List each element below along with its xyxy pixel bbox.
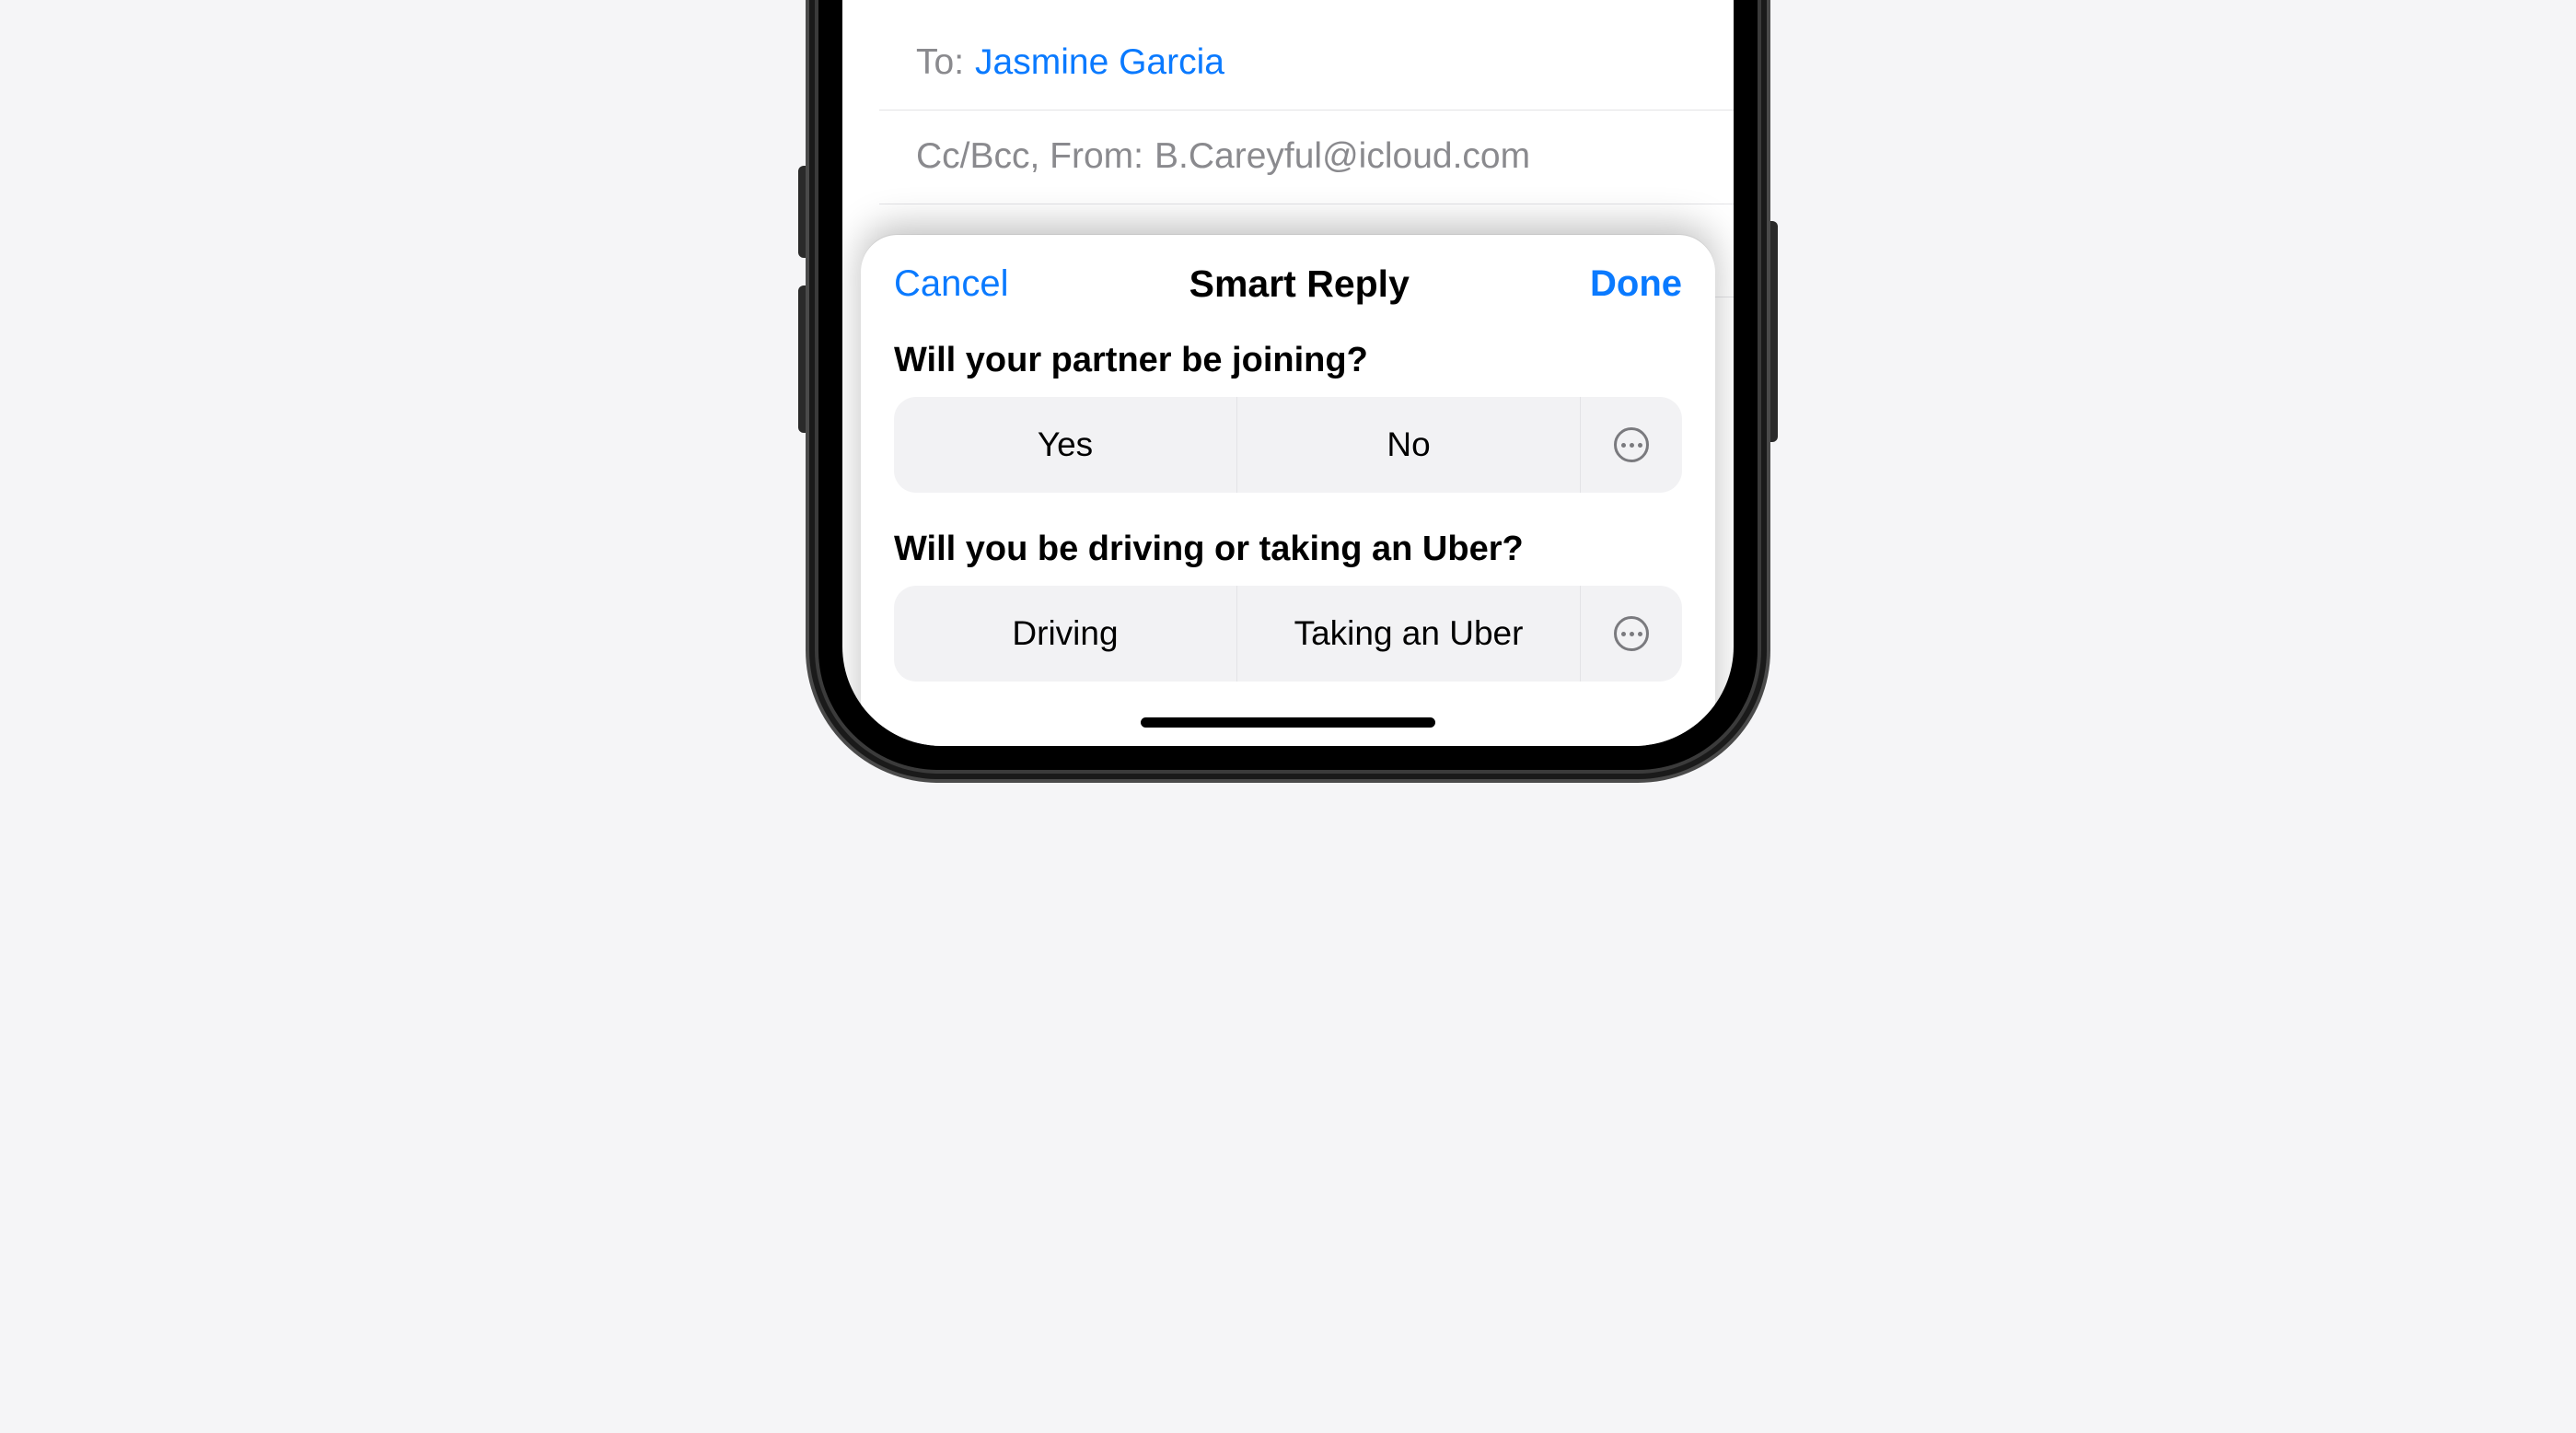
options-transport: Driving Taking an Uber [894, 586, 1682, 682]
question-transport: Will you be driving or taking an Uber? [894, 530, 1682, 569]
mail-compose-screen: To: Jasmine Garcia Cc/Bcc, From: B.Carey… [842, 0, 1734, 746]
option-no[interactable]: No [1237, 397, 1581, 493]
option-more-transport[interactable] [1581, 586, 1682, 682]
question-partner: Will your partner be joining? [894, 341, 1682, 380]
phone-frame: To: Jasmine Garcia Cc/Bcc, From: B.Carey… [818, 0, 1758, 770]
from-address: B.Careyful@icloud.com [1155, 134, 1530, 180]
option-more-partner[interactable] [1581, 397, 1682, 493]
to-recipient[interactable]: Jasmine Garcia [975, 41, 1224, 86]
option-yes[interactable]: Yes [894, 397, 1237, 493]
sheet-header: Cancel Smart Reply Done [894, 262, 1682, 306]
ccbcc-from-row[interactable]: Cc/Bcc, From: B.Careyful@icloud.com [879, 111, 1734, 204]
smart-reply-sheet: Cancel Smart Reply Done Will your partne… [861, 235, 1715, 746]
home-indicator[interactable] [1141, 717, 1435, 728]
phone-screen: To: Jasmine Garcia Cc/Bcc, From: B.Carey… [842, 0, 1734, 746]
volume-down-button [798, 285, 807, 433]
power-button [1769, 221, 1778, 442]
to-field-row[interactable]: To: Jasmine Garcia [879, 17, 1734, 111]
sheet-title: Smart Reply [1189, 262, 1410, 306]
ellipsis-icon [1614, 616, 1649, 651]
to-label: To: [916, 41, 964, 86]
done-button[interactable]: Done [1590, 263, 1682, 305]
option-driving[interactable]: Driving [894, 586, 1237, 682]
cancel-button[interactable]: Cancel [894, 263, 1009, 305]
volume-up-button [798, 166, 807, 258]
ellipsis-icon [1614, 427, 1649, 462]
ccbcc-from-label: Cc/Bcc, From: [916, 134, 1143, 180]
option-uber[interactable]: Taking an Uber [1237, 586, 1581, 682]
options-partner: Yes No [894, 397, 1682, 493]
